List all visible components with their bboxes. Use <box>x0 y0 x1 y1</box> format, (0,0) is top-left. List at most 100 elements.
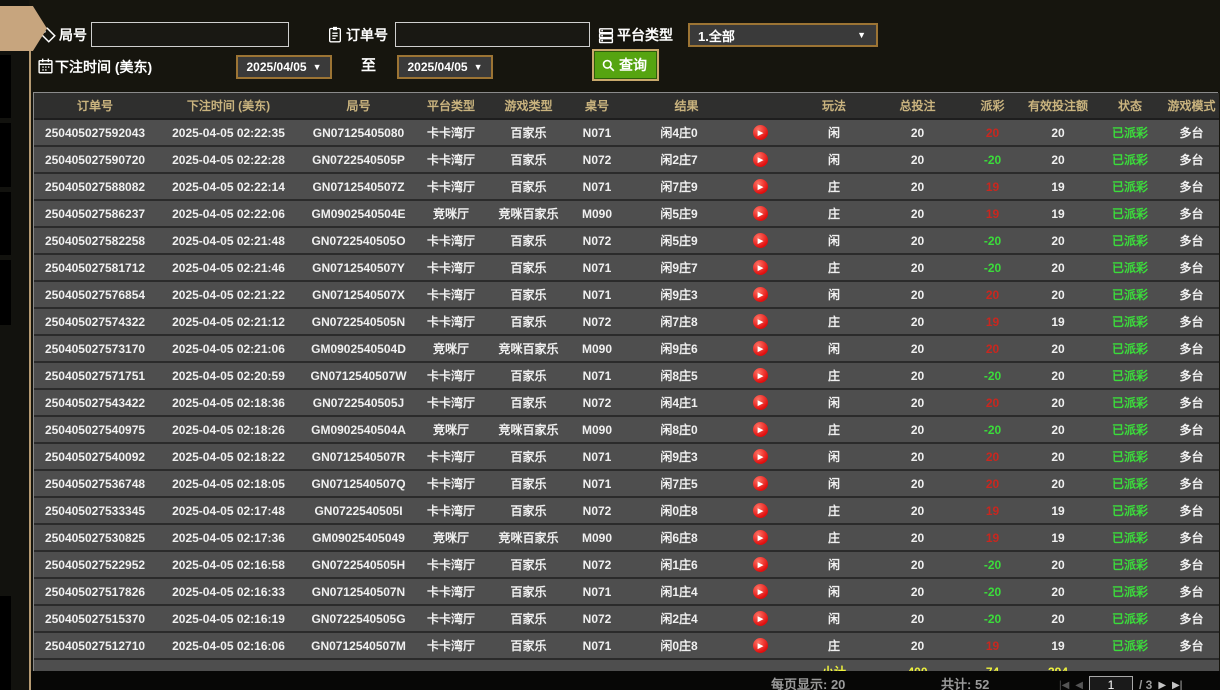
replay-button[interactable]: ▶ <box>753 422 768 437</box>
cell-0: 250405027571751 <box>34 362 156 390</box>
page-number-input[interactable]: 1 <box>1089 676 1133 690</box>
date-from-select[interactable]: 2025/04/05 ▼ <box>236 55 332 79</box>
cell-8: 20 <box>870 416 965 444</box>
cell-4: 百家乐 <box>486 362 571 390</box>
replay-button[interactable]: ▶ <box>753 395 768 410</box>
replay-button[interactable]: ▶ <box>753 368 768 383</box>
cell-0: 250405027533345 <box>34 497 156 525</box>
cell-3: 卡卡湾厅 <box>416 497 486 525</box>
table-row: 250405027581712 2025-04-05 02:21:46 GN0712… <box>34 254 1219 282</box>
cell-9: 20 <box>965 335 1020 363</box>
replay-button[interactable]: ▶ <box>753 584 768 599</box>
cell-12: 多台 <box>1164 578 1219 606</box>
table-row: 250405027540975 2025-04-05 02:18:26 GM0902… <box>34 416 1219 444</box>
bet-time-label: 下注时间 (美东) <box>55 59 153 75</box>
cell-4: 竞咪百家乐 <box>486 416 571 444</box>
cell-2: GN0712540507M <box>301 632 416 660</box>
next-page-icon[interactable]: ▶ <box>1158 680 1166 690</box>
cell-3: 卡卡湾厅 <box>416 605 486 633</box>
pager: |◀ ◀ 1 / 3 ▶ ▶| <box>1059 676 1182 690</box>
cell-11: 已派彩 <box>1096 200 1164 228</box>
cell-7: 闲 <box>798 389 870 417</box>
cell-5: N071 <box>571 173 623 201</box>
date-from-value: 2025/04/05 <box>246 60 307 74</box>
search-button[interactable]: 查询 <box>592 49 659 81</box>
last-page-icon[interactable]: ▶| <box>1172 680 1182 690</box>
cell-10: 19 <box>1020 173 1096 201</box>
order-input[interactable] <box>395 22 590 47</box>
replay-button[interactable]: ▶ <box>753 206 768 221</box>
result-cell: 闲7庄5 ▶ <box>623 470 798 498</box>
replay-button[interactable]: ▶ <box>753 530 768 545</box>
cell-5: N072 <box>571 497 623 525</box>
cell-5: M090 <box>571 524 623 552</box>
platform-select[interactable]: 1.全部 ▼ <box>688 23 878 47</box>
cell-7: 闲 <box>798 227 870 255</box>
cell-4: 百家乐 <box>486 173 571 201</box>
column-header-9: 派彩 <box>965 93 1020 120</box>
replay-button[interactable]: ▶ <box>753 233 768 248</box>
cell-8: 20 <box>870 362 965 390</box>
cell-0: 250405027517826 <box>34 578 156 606</box>
replay-button[interactable]: ▶ <box>753 503 768 518</box>
replay-button[interactable]: ▶ <box>753 611 768 626</box>
cell-2: GM0902540504D <box>301 335 416 363</box>
first-page-icon[interactable]: |◀ <box>1059 680 1069 690</box>
replay-button[interactable]: ▶ <box>753 341 768 356</box>
cell-5: N071 <box>571 281 623 309</box>
replay-button[interactable]: ▶ <box>753 314 768 329</box>
cell-11: 已派彩 <box>1096 605 1164 633</box>
cell-2: GN0722540505J <box>301 389 416 417</box>
date-to-value: 2025/04/05 <box>407 60 468 74</box>
cell-10: 20 <box>1020 389 1096 417</box>
result-cell: 闲5庄9 ▶ <box>623 200 798 228</box>
cell-3: 竞咪厅 <box>416 416 486 444</box>
background-block <box>0 192 11 255</box>
replay-button[interactable]: ▶ <box>753 125 768 140</box>
result-cell: 闲4庄0 ▶ <box>623 119 798 147</box>
round-label: 局号 <box>59 27 87 43</box>
cell-10: 19 <box>1020 308 1096 336</box>
cell-2: GN0712540507X <box>301 281 416 309</box>
cell-7: 闲 <box>798 443 870 471</box>
prev-page-icon[interactable]: ◀ <box>1075 680 1083 690</box>
platform-label: 平台类型 <box>617 27 673 43</box>
replay-button[interactable]: ▶ <box>753 179 768 194</box>
cell-8: 20 <box>870 470 965 498</box>
cell-7: 庄 <box>798 416 870 444</box>
cell-9: 19 <box>965 497 1020 525</box>
replay-button[interactable]: ▶ <box>753 449 768 464</box>
cell-2: GN0712540507W <box>301 362 416 390</box>
cell-5: M090 <box>571 200 623 228</box>
cell-1: 2025-04-05 02:21:12 <box>156 308 301 336</box>
cell-0: 250405027581712 <box>34 254 156 282</box>
cell-10: 20 <box>1020 362 1096 390</box>
replay-button[interactable]: ▶ <box>753 152 768 167</box>
cell-8: 20 <box>870 227 965 255</box>
cell-9: 19 <box>965 173 1020 201</box>
result-cell: 闲2庄7 ▶ <box>623 146 798 174</box>
replay-button[interactable]: ▶ <box>753 476 768 491</box>
result-cell: 闲1庄4 ▶ <box>623 578 798 606</box>
cell-7: 闲 <box>798 470 870 498</box>
cell-11: 已派彩 <box>1096 551 1164 579</box>
cell-5: N071 <box>571 578 623 606</box>
cell-9: 19 <box>965 524 1020 552</box>
cell-1: 2025-04-05 02:18:05 <box>156 470 301 498</box>
cell-0: 250405027574322 <box>34 308 156 336</box>
cell-0: 250405027512710 <box>34 632 156 660</box>
cell-11: 已派彩 <box>1096 497 1164 525</box>
cell-4: 百家乐 <box>486 146 571 174</box>
round-input[interactable] <box>91 22 289 47</box>
column-header-11: 状态 <box>1096 93 1164 120</box>
date-to-select[interactable]: 2025/04/05 ▼ <box>397 55 493 79</box>
cell-12: 多台 <box>1164 173 1219 201</box>
cell-3: 卡卡湾厅 <box>416 362 486 390</box>
replay-button[interactable]: ▶ <box>753 260 768 275</box>
table-row: 250405027543422 2025-04-05 02:18:36 GN0722… <box>34 389 1219 417</box>
collapsed-side-strip <box>0 0 29 690</box>
replay-button[interactable]: ▶ <box>753 638 768 653</box>
replay-button[interactable]: ▶ <box>753 287 768 302</box>
cell-5: N072 <box>571 551 623 579</box>
replay-button[interactable]: ▶ <box>753 557 768 572</box>
